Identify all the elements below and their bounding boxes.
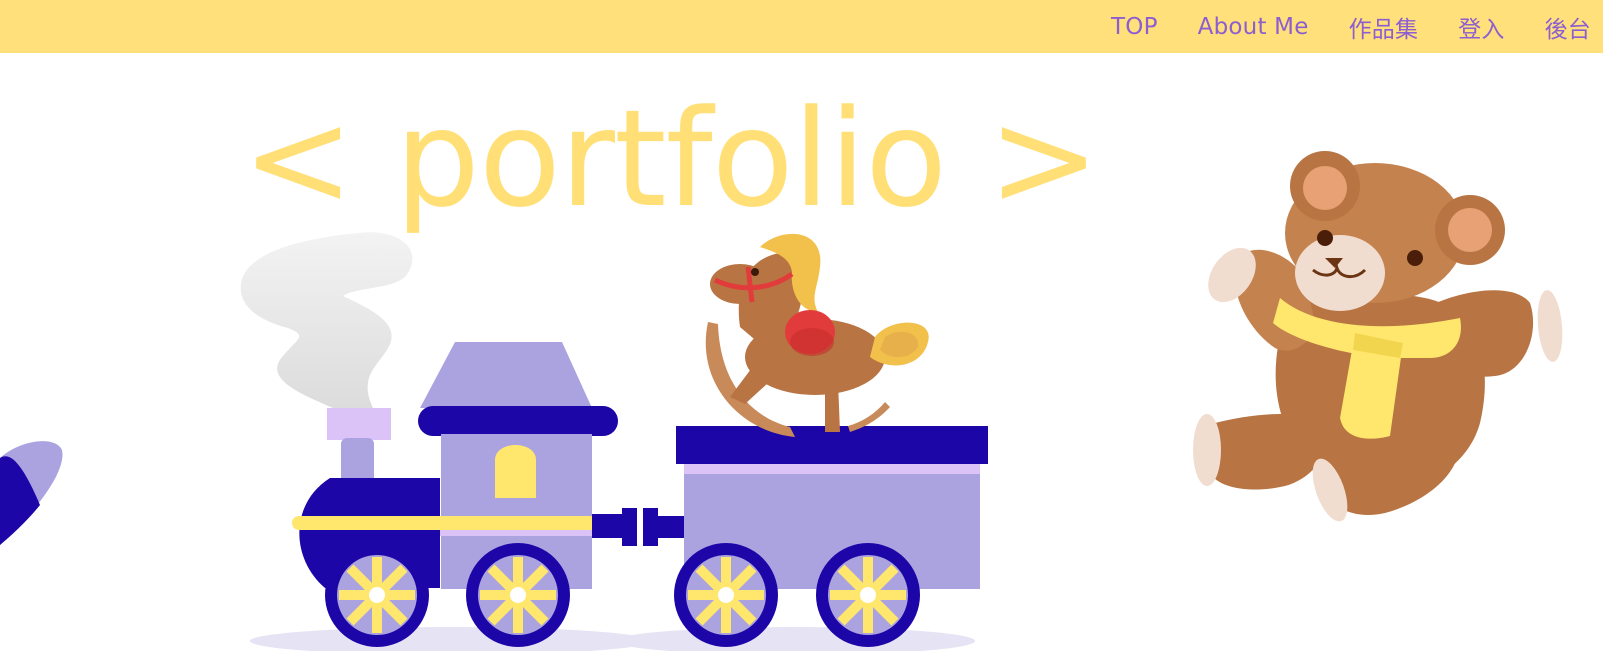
toy-plane-icon [0, 441, 63, 545]
nav-portfolio-link[interactable]: 作品集 [1349, 10, 1419, 44]
nav-top-link[interactable]: TOP [1111, 14, 1158, 40]
rocking-horse-icon [705, 233, 929, 437]
nav-menu: TOP About Me 作品集 登入 後台 [1071, 0, 1603, 53]
portfolio-page: TOP About Me 作品集 登入 後台 < portfolio > [0, 0, 1603, 651]
nav-admin-link[interactable]: 後台 [1545, 10, 1591, 44]
top-navbar: TOP About Me 作品集 登入 後台 [0, 0, 1603, 53]
teddy-bear-icon [1193, 151, 1563, 522]
nav-about-me-link[interactable]: About Me [1198, 14, 1309, 40]
nav-login-link[interactable]: 登入 [1458, 10, 1504, 44]
hero-title: < portfolio > [242, 81, 1100, 237]
